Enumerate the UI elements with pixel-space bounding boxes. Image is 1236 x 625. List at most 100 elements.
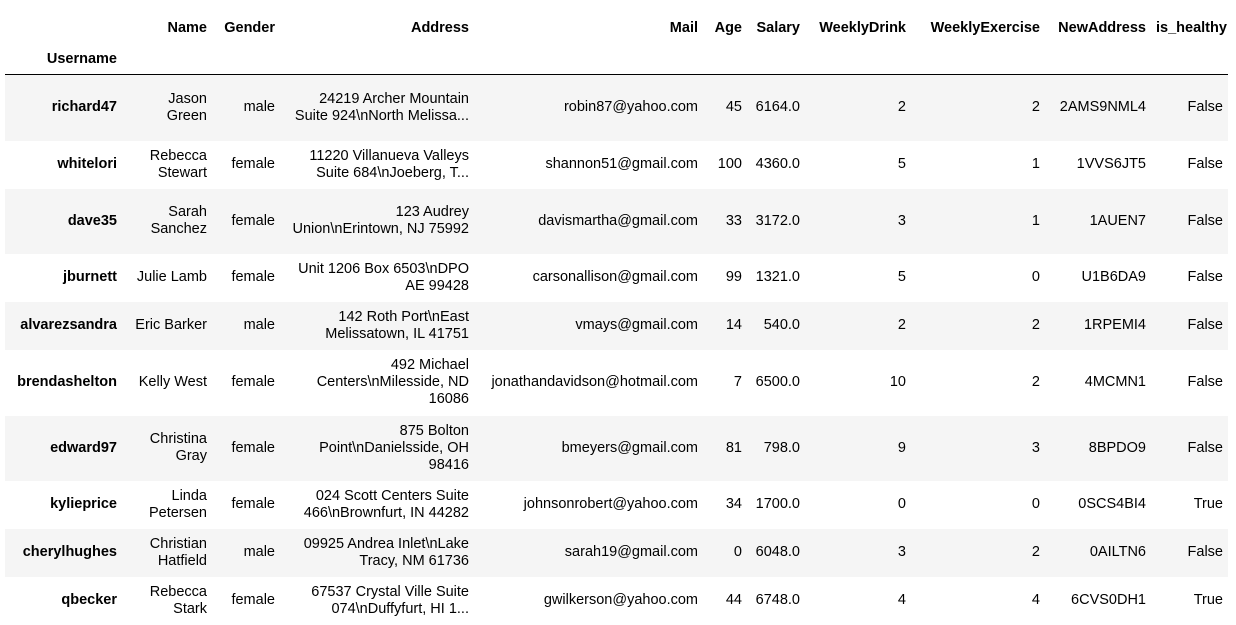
cell-age: 14 [725,317,742,333]
cell-newaddress: 1AUEN7 [1089,212,1146,229]
cell-gender: female [231,156,275,172]
cell-address: 492 Michael Centers\nMilesside, ND 16086 [316,357,469,407]
row-index-username: kylieprice [50,496,117,512]
cell-weeklydrink: 3 [897,544,906,560]
cell-weeklyexercise: 2 [1031,317,1040,333]
cell-newaddress: 1RPEMI4 [1083,317,1146,333]
cell-age: 81 [725,439,742,456]
table-row: edward97 Christina Gray female 875 Bolton P… [5,415,1228,481]
cell-gender: female [231,496,275,512]
cell-salary: 540.0 [763,317,800,333]
table-row: brendashelton Kelly West female 492 Michael… [5,349,1228,416]
cell-age: 33 [725,212,742,229]
cell-weeklyexercise: 2 [1031,99,1040,116]
cell-newaddress: 8BPDO9 [1088,439,1146,456]
cell-is-healthy: False [1187,374,1223,390]
cell-salary: 4360.0 [755,156,800,172]
cell-weeklyexercise: 4 [1031,592,1040,608]
cell-gender: male [243,544,275,560]
row-index-username: cherylhughes [22,544,117,560]
table-row: richard47 Jason Green male 24219 Archer Mou… [5,74,1228,141]
cell-weeklyexercise: 1 [1031,212,1040,229]
table-row: jburnett Julie Lamb female Unit 1206 Box 65… [5,253,1228,302]
cell-name: Eric Barker [135,317,207,333]
cell-weeklyexercise: 1 [1031,156,1040,172]
index-name-header: Username [5,44,122,75]
table-row: alvarezsandra Eric Barker male 142 Roth Por… [5,301,1228,350]
cell-mail: vmays@gmail.com [575,317,698,333]
cell-name: Linda Petersen [148,487,207,521]
cell-gender: female [231,439,275,456]
dataframe-output: Name Gender Address Mail Age Salary Week… [0,0,1236,625]
table-row: qbecker Rebecca Stark female 67537 Crystal … [5,576,1228,625]
cell-name: Rebecca Stewart [149,147,207,181]
cell-age: 0 [733,544,742,560]
cell-gender: male [243,317,275,333]
cell-mail: gwilkerson@yahoo.com [543,592,698,608]
cell-newaddress: U1B6DA9 [1081,269,1146,285]
cell-name: Christina Gray [149,431,207,464]
cell-mail: robin87@yahoo.com [563,99,698,116]
cell-name: Rebecca Stark [149,583,207,617]
row-index-username: jburnett [63,269,117,285]
cell-address: 67537 Crystal Ville Suite 074\nDuffyfurt… [311,583,469,617]
cell-address: 24219 Archer Mountain Suite 924\nNorth M… [294,90,469,124]
index-header-row: Username [5,44,1228,75]
table-row: whitelori Rebecca Stewart female 11220 Vill… [5,140,1228,189]
cell-is-healthy: False [1187,212,1223,229]
cell-gender: female [231,212,275,229]
cell-name: Julie Lamb [136,269,207,285]
table-row: dave35 Sarah Sanchez female 123 Audrey Unio… [5,188,1228,254]
cell-weeklydrink: 4 [897,592,906,608]
column-header-age: Age [714,19,742,36]
cell-salary: 6500.0 [755,374,800,390]
cell-name: Christian Hatfield [149,535,207,569]
cell-newaddress: 0SCS4BI4 [1078,496,1146,512]
cell-weeklydrink: 2 [897,317,906,333]
cell-is-healthy: False [1187,156,1223,172]
cell-weeklydrink: 0 [897,496,906,512]
column-header-mail: Mail [669,19,698,36]
cell-weeklyexercise: 0 [1031,269,1040,285]
cell-address: 123 Audrey Union\nErintown, NJ 75992 [292,204,469,237]
cell-age: 34 [725,496,742,512]
cell-weeklydrink: 10 [889,374,906,390]
cell-is-healthy: False [1187,269,1223,285]
column-header-name: Name [167,19,208,36]
cell-address: 875 Bolton Point\nDanielsside, OH 98416 [319,422,469,473]
column-header-gender: Gender [224,19,275,36]
cell-weeklyexercise: 0 [1031,496,1040,512]
row-index-username: richard47 [51,99,117,116]
cell-address: 142 Roth Port\nEast Melissatown, IL 4175… [325,308,469,342]
cell-age: 7 [733,374,742,390]
cell-name: Kelly West [138,374,207,390]
cell-weeklyexercise: 2 [1031,374,1040,390]
cell-salary: 6748.0 [755,592,800,608]
cell-gender: female [231,592,275,608]
cell-is-healthy: False [1187,439,1223,456]
column-header-is-healthy: is_healthy [1156,19,1227,36]
row-index-username: alvarezsandra [20,317,117,333]
column-header-address: Address [410,19,469,36]
cell-age: 99 [725,269,742,285]
cell-salary: 1700.0 [755,496,800,512]
cell-age: 44 [725,592,742,608]
cell-gender: male [243,99,275,116]
table-body: richard47 Jason Green male 24219 Archer Mou… [5,74,1228,625]
cell-mail: johnsonrobert@yahoo.com [523,496,698,512]
cell-gender: female [231,269,275,285]
cell-is-healthy: False [1187,544,1223,560]
cell-newaddress: 1VVS6JT5 [1076,156,1146,172]
cell-salary: 3172.0 [755,212,800,229]
cell-salary: 6048.0 [755,544,800,560]
cell-name: Jason Green [166,90,207,124]
row-index-username: dave35 [67,212,117,229]
cell-mail: davismartha@gmail.com [538,212,698,229]
table-row: cherylhughes Christian Hatfield male 09925 … [5,528,1228,577]
cell-newaddress: 6CVS0DH1 [1071,592,1146,608]
cell-newaddress: 2AMS9NML4 [1059,99,1146,116]
cell-address: 09925 Andrea Inlet\nLake Tracy, NM 61736 [303,535,469,569]
dataframe-table: Name Gender Address Mail Age Salary Week… [5,12,1228,625]
cell-address: Unit 1206 Box 6503\nDPO AE 99428 [298,260,469,294]
row-index-username: brendashelton [17,374,117,390]
